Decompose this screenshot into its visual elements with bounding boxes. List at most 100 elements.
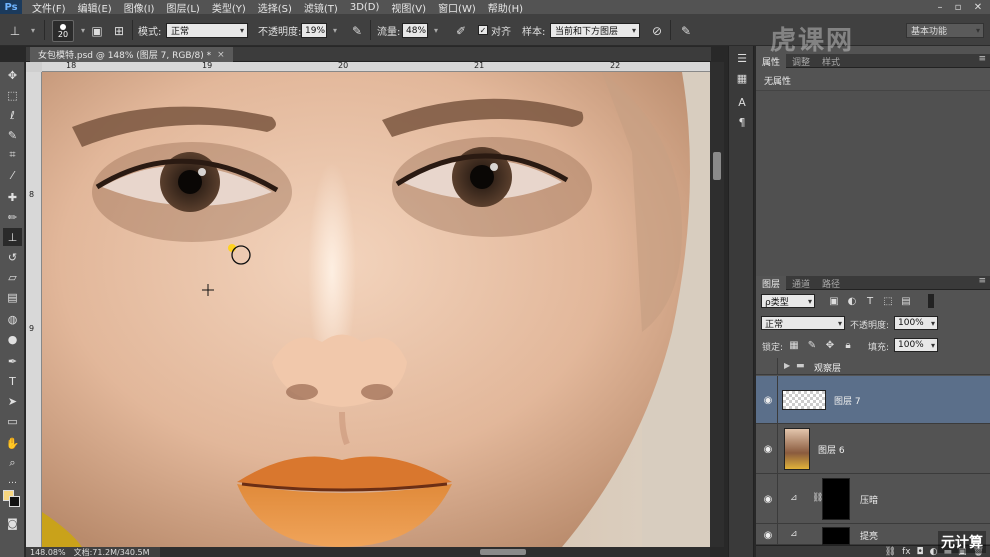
crop-tool-icon[interactable]: ⌗ bbox=[3, 146, 22, 164]
eyedropper-tool-icon[interactable]: ⁄ bbox=[3, 166, 22, 184]
layer-group-row[interactable]: ▶ ▬ 观察层 bbox=[756, 358, 990, 375]
visibility-toggle[interactable] bbox=[756, 358, 778, 374]
align-checkbox[interactable]: ✓ bbox=[478, 25, 488, 35]
menu-layer[interactable]: 图层(L) bbox=[166, 0, 199, 15]
path-select-tool-icon[interactable]: ➤ bbox=[3, 392, 22, 410]
sample-dropdown[interactable]: 当前和下方图层 bbox=[550, 23, 640, 38]
maximize-icon[interactable]: ▫ bbox=[950, 0, 966, 14]
marquee-tool-icon[interactable]: ⬚ bbox=[3, 86, 22, 104]
layer-row[interactable]: ◉ 图层 6 bbox=[756, 424, 990, 474]
move-tool-icon[interactable]: ✥ bbox=[3, 66, 22, 84]
layers-panel-menu-icon[interactable]: ≡ bbox=[978, 276, 986, 286]
clone-stamp-tool-icon[interactable]: ⊥ bbox=[3, 228, 22, 246]
document-canvas[interactable] bbox=[42, 72, 710, 547]
eye-icon[interactable]: ◉ bbox=[762, 443, 774, 455]
quick-mask-icon[interactable]: ◙ bbox=[3, 514, 22, 532]
lasso-tool-icon[interactable]: ℓ bbox=[3, 106, 22, 124]
filter-type-icon[interactable]: T bbox=[864, 294, 876, 308]
tool-preset-arrow-icon[interactable]: ▾ bbox=[24, 22, 42, 39]
lock-image-icon[interactable]: ✎ bbox=[806, 338, 818, 352]
paragraph-panel-icon[interactable]: ¶ bbox=[733, 114, 751, 131]
swatches-panel-icon[interactable]: ▦ bbox=[733, 70, 751, 87]
character-panel-icon[interactable]: A bbox=[733, 94, 751, 111]
tab-layers[interactable]: 图层 bbox=[756, 276, 787, 290]
menu-view[interactable]: 视图(V) bbox=[391, 0, 426, 15]
close-window-icon[interactable]: ✕ bbox=[970, 0, 986, 14]
extra-tools-icon[interactable]: … bbox=[3, 472, 22, 490]
adjustment-icon[interactable]: ◐ bbox=[930, 547, 938, 557]
layer-row[interactable]: ◉ ⊿ ⛓︎ 压暗 bbox=[756, 474, 990, 524]
eye-icon[interactable]: ◉ bbox=[762, 493, 774, 505]
mask-icon[interactable]: ◘ bbox=[917, 547, 924, 557]
menu-3d[interactable]: 3D(D) bbox=[350, 2, 380, 13]
panel-menu-icon[interactable]: ≡ bbox=[978, 54, 986, 64]
menu-filter[interactable]: 滤镜(T) bbox=[304, 0, 338, 15]
fx-icon[interactable]: fx bbox=[902, 547, 911, 557]
close-document-icon[interactable]: × bbox=[217, 50, 225, 60]
airbrush-icon[interactable]: ✐ bbox=[452, 22, 470, 39]
zoom-tool-icon[interactable]: ⌕ bbox=[3, 454, 22, 472]
lock-transparent-icon[interactable]: ▦ bbox=[788, 338, 800, 352]
horizontal-scrollbar[interactable] bbox=[160, 547, 710, 557]
link-icon[interactable]: ⛓︎ bbox=[885, 547, 896, 557]
filter-pixel-icon[interactable]: ▣ bbox=[828, 294, 840, 308]
clone-source-panel-icon[interactable]: ⊞ bbox=[110, 22, 128, 39]
layer-opacity-input[interactable]: 100% bbox=[894, 316, 938, 330]
blur-tool-icon[interactable]: ◍ bbox=[3, 310, 22, 328]
background-color-swatch[interactable] bbox=[9, 496, 20, 507]
vertical-scroll-thumb[interactable] bbox=[713, 152, 721, 180]
pen-tool-icon[interactable]: ✒ bbox=[3, 352, 22, 370]
history-panel-icon[interactable]: ☰ bbox=[733, 50, 751, 67]
menu-file[interactable]: 文件(F) bbox=[32, 0, 66, 15]
dodge-tool-icon[interactable]: ● bbox=[3, 330, 22, 348]
type-tool-icon[interactable]: T bbox=[3, 372, 22, 390]
vertical-scrollbar[interactable] bbox=[710, 62, 724, 547]
menu-type[interactable]: 类型(Y) bbox=[212, 0, 246, 15]
eraser-tool-icon[interactable]: ▱ bbox=[3, 268, 22, 286]
vertical-ruler[interactable]: 8 9 bbox=[26, 72, 42, 547]
clone-stamp-tool-icon[interactable]: ⊥ bbox=[6, 22, 24, 39]
horizontal-scroll-thumb[interactable] bbox=[480, 549, 526, 555]
filter-shape-icon[interactable]: ⬚ bbox=[882, 294, 894, 308]
mode-dropdown[interactable]: 正常 bbox=[166, 23, 248, 38]
eye-icon[interactable]: ◉ bbox=[762, 394, 774, 406]
pressure-opacity-icon[interactable]: ✎ bbox=[348, 22, 366, 39]
fill-input[interactable]: 100% bbox=[894, 338, 938, 352]
hand-tool-icon[interactable]: ✋ bbox=[3, 434, 22, 452]
align-option[interactable]: ✓ 对齐 bbox=[478, 22, 511, 38]
filter-toggle-icon[interactable] bbox=[928, 294, 934, 308]
opacity-slider-arrow-icon[interactable]: ▾ bbox=[326, 22, 344, 39]
tab-paths[interactable]: 路径 bbox=[816, 276, 846, 290]
pressure-size-icon[interactable]: ✎ bbox=[677, 22, 695, 39]
expand-arrow-icon[interactable]: ▶ bbox=[784, 361, 790, 370]
quick-select-tool-icon[interactable]: ✎ bbox=[3, 126, 22, 144]
filter-adjustment-icon[interactable]: ◐ bbox=[846, 294, 858, 308]
layer-filter-dropdown[interactable]: ρ类型 bbox=[761, 294, 815, 308]
tab-channels[interactable]: 通道 bbox=[786, 276, 816, 290]
healing-brush-tool-icon[interactable]: ✚ bbox=[3, 188, 22, 206]
layer-row-selected[interactable]: ◉ 图层 7 bbox=[756, 376, 990, 424]
menu-select[interactable]: 选择(S) bbox=[258, 0, 292, 15]
brush-panel-icon[interactable]: ▣ bbox=[88, 22, 106, 39]
lock-position-icon[interactable]: ✥ bbox=[824, 338, 836, 352]
document-tab[interactable]: 女包模特.psd @ 148% (图层 7, RGB/8) * × bbox=[30, 47, 233, 62]
menu-edit[interactable]: 编辑(E) bbox=[78, 0, 112, 15]
blend-mode-dropdown[interactable]: 正常 bbox=[761, 316, 845, 330]
menu-image[interactable]: 图像(I) bbox=[124, 0, 155, 15]
document-size[interactable]: 文档:71.2M/340.5M bbox=[74, 547, 150, 557]
history-brush-tool-icon[interactable]: ↺ bbox=[3, 248, 22, 266]
menu-window[interactable]: 窗口(W) bbox=[438, 0, 476, 15]
horizontal-ruler[interactable]: 18 19 20 21 22 bbox=[42, 61, 710, 72]
flow-input[interactable]: 48% bbox=[402, 23, 428, 38]
gradient-tool-icon[interactable]: ▤ bbox=[3, 288, 22, 306]
lock-all-icon[interactable]: 🔒︎ bbox=[842, 338, 854, 352]
filter-smart-object-icon[interactable]: ▤ bbox=[900, 294, 912, 308]
flow-slider-arrow-icon[interactable]: ▾ bbox=[427, 22, 445, 39]
menu-help[interactable]: 帮助(H) bbox=[488, 0, 523, 15]
zoom-level[interactable]: 148.08% bbox=[30, 548, 66, 557]
brush-preset-picker[interactable]: 20 bbox=[52, 20, 74, 42]
shape-tool-icon[interactable]: ▭ bbox=[3, 412, 22, 430]
ignore-adjustment-layers-icon[interactable]: ⊘ bbox=[648, 22, 666, 39]
ruler-origin[interactable] bbox=[26, 62, 42, 72]
minimize-icon[interactable]: – bbox=[932, 0, 948, 14]
